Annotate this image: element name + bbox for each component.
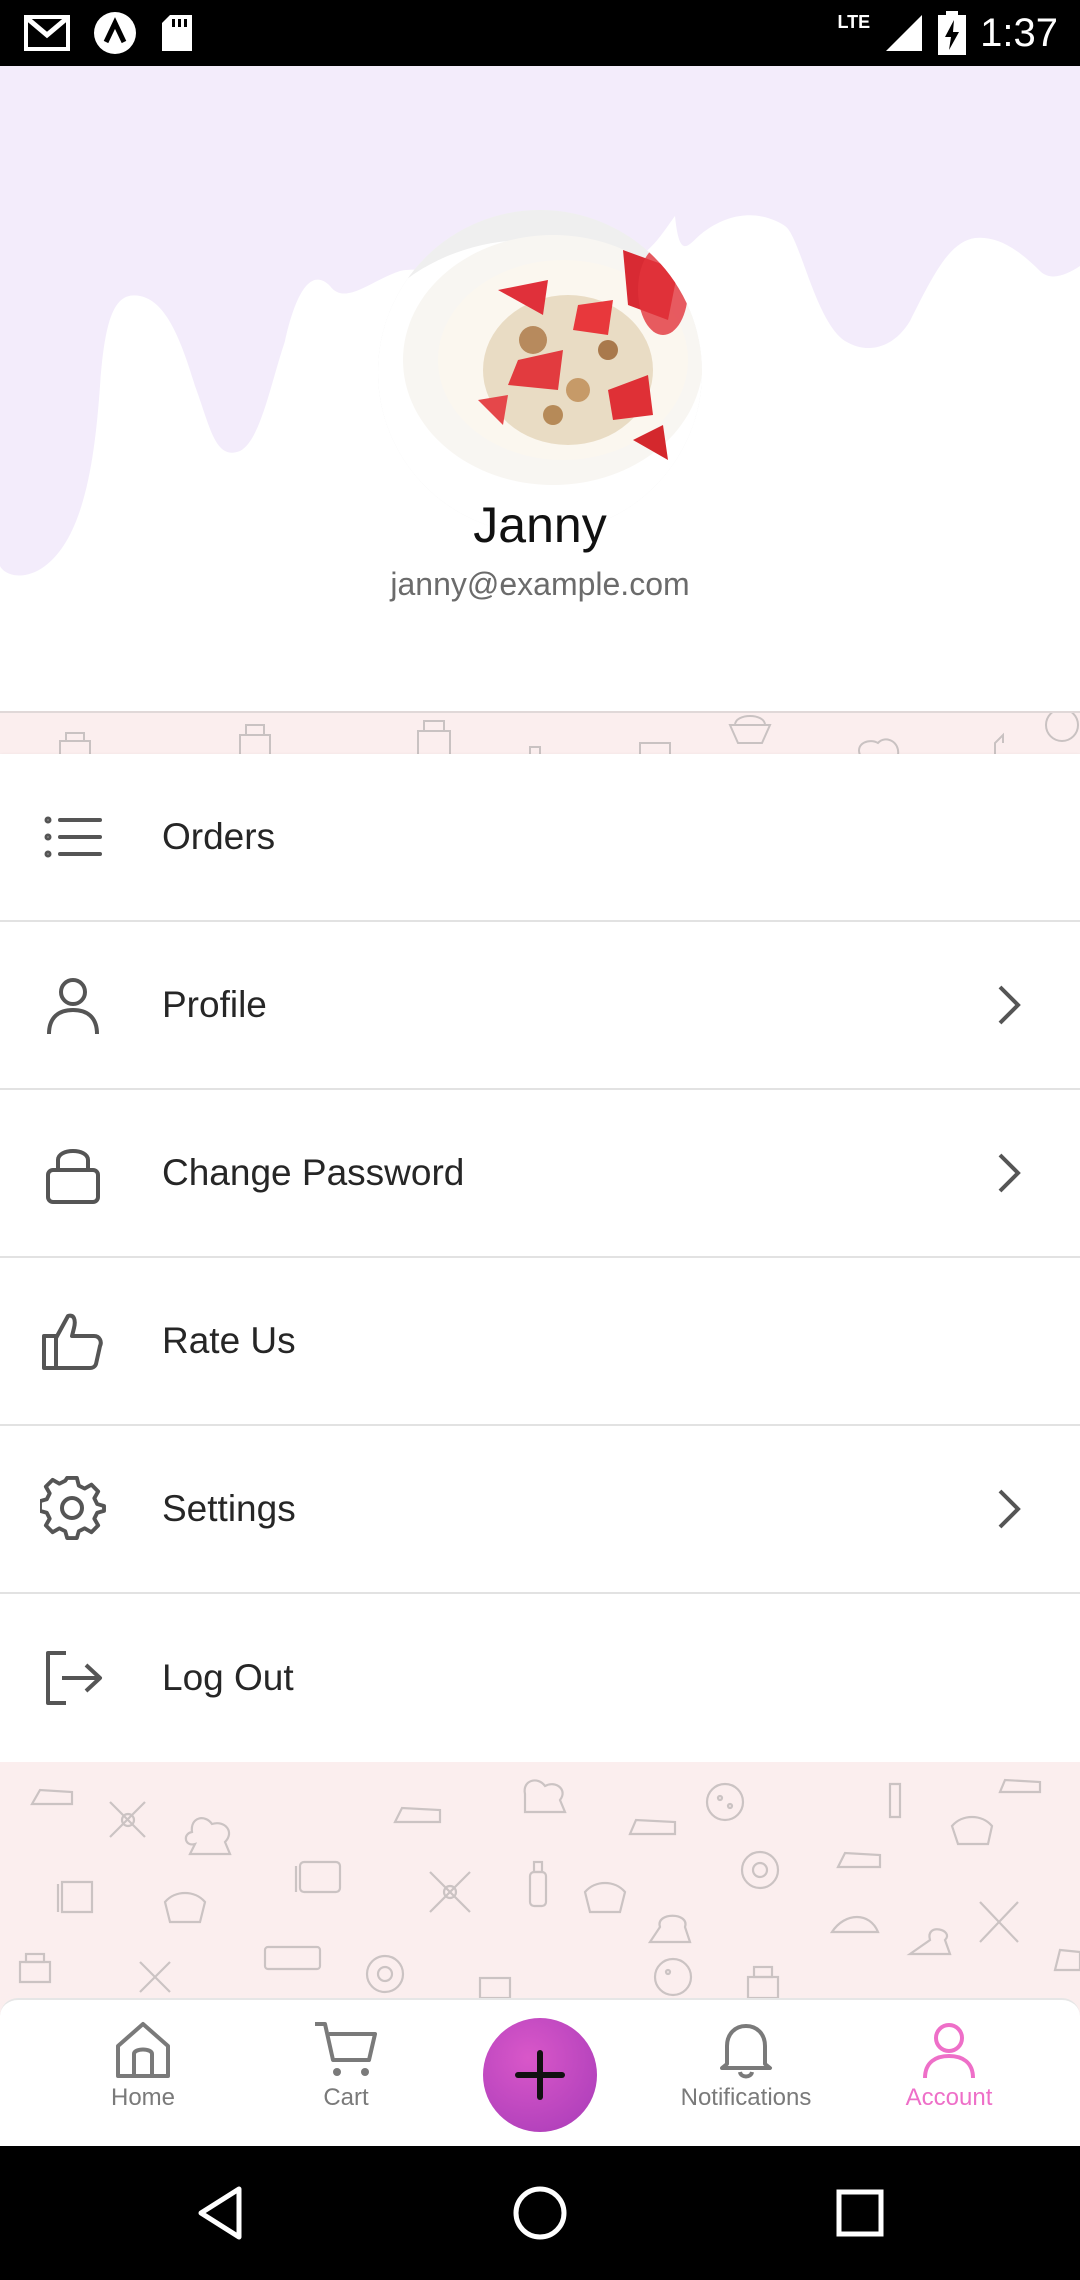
list-icon — [44, 816, 102, 858]
nav-label: Notifications — [680, 2084, 812, 2111]
menu-item-label: Profile — [162, 984, 267, 1025]
lock-icon — [46, 1149, 100, 1204]
account-icon — [923, 2023, 975, 2079]
bakery-pattern-bottom — [0, 1762, 1080, 1998]
avatar[interactable] — [378, 210, 702, 534]
menu-item-settings[interactable]: Settings — [0, 1426, 1080, 1594]
cart-icon — [315, 2022, 377, 2076]
menu-item-change-password[interactable]: Change Password — [0, 1090, 1080, 1258]
sd-card-icon — [162, 15, 192, 51]
home-icon — [116, 2022, 170, 2078]
back-button[interactable] — [184, 2176, 258, 2250]
system-navigation-bar — [0, 2146, 1080, 2280]
bakery-pattern-top — [0, 711, 1080, 754]
menu-item-orders[interactable]: Orders — [0, 754, 1080, 922]
chevron-right-icon — [998, 1489, 1021, 1529]
nav-label: Account — [905, 2084, 993, 2111]
recents-icon — [836, 2189, 884, 2237]
add-button[interactable] — [483, 2018, 597, 2132]
profile-header: Janny janny@example.com — [0, 66, 1080, 711]
user-email: janny@example.com — [390, 566, 690, 602]
app-icon — [94, 12, 136, 54]
menu-item-rate-us[interactable]: Rate Us — [0, 1258, 1080, 1426]
menu-item-profile[interactable]: Profile — [0, 922, 1080, 1090]
nav-label: Cart — [323, 2084, 369, 2111]
account-menu: Orders Profile Change Password Rate Us S… — [0, 754, 1080, 1762]
home-circle-icon — [513, 2186, 567, 2240]
food-avatar-image — [378, 210, 702, 534]
menu-item-label: Rate Us — [162, 1320, 296, 1361]
menu-item-label: Orders — [162, 816, 276, 857]
chevron-right-icon — [998, 1153, 1021, 1193]
menu-item-label: Log Out — [162, 1657, 294, 1698]
plus-icon — [515, 2050, 565, 2100]
menu-item-label: Settings — [162, 1488, 296, 1529]
battery-charging-icon — [938, 11, 967, 55]
thumbs-up-icon — [42, 1313, 103, 1370]
status-bar: LTE 1:37 — [0, 0, 1080, 66]
menu-item-log-out[interactable]: Log Out — [0, 1594, 1080, 1762]
nav-cart[interactable]: Cart — [246, 2018, 446, 2112]
gear-icon — [40, 1476, 106, 1540]
user-name: Janny — [473, 497, 607, 553]
nav-label: Home — [110, 2084, 176, 2111]
back-icon — [198, 2186, 242, 2240]
bell-icon — [720, 2024, 772, 2079]
home-system-button[interactable] — [503, 2176, 577, 2250]
nav-account[interactable]: Account — [849, 2018, 1049, 2112]
recents-button[interactable] — [823, 2176, 897, 2250]
person-icon — [47, 978, 99, 1035]
clock: 1:37 — [980, 10, 1058, 55]
nav-home[interactable]: Home — [43, 2018, 243, 2112]
bakery-pattern-icons — [18, 1778, 1080, 1998]
signal-icon — [886, 15, 923, 51]
bakery-pattern-icons — [59, 713, 1079, 754]
network-type: LTE — [837, 12, 871, 32]
nav-notifications[interactable]: Notifications — [646, 2018, 846, 2112]
menu-item-label: Change Password — [162, 1152, 465, 1193]
chevron-right-icon — [998, 985, 1021, 1025]
logout-icon — [46, 1651, 102, 1705]
gmail-icon — [24, 15, 70, 51]
